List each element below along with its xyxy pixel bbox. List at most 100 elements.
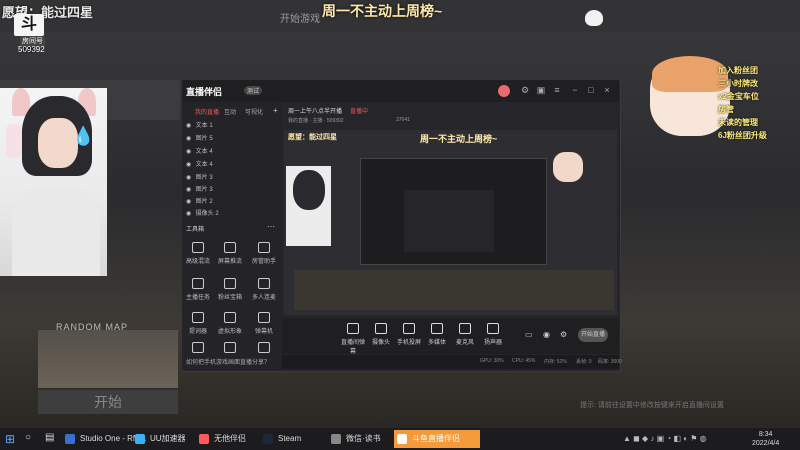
system-tray[interactable]: ▲ ◼ ◆ ♪ ▣ ◔ ◧ ◐ ⚑ ◍ xyxy=(623,434,707,443)
eye-icon[interactable]: ◉ xyxy=(186,186,194,193)
admin-icon xyxy=(258,242,270,253)
tool-item[interactable]: 多人连麦 xyxy=(250,276,278,304)
tool-item[interactable] xyxy=(216,340,244,354)
danmaku-icon xyxy=(258,312,270,323)
task-view-icon[interactable]: ▤ xyxy=(45,432,59,446)
eye-icon[interactable]: ◉ xyxy=(186,174,194,181)
app-icon xyxy=(397,434,407,444)
layer-item[interactable]: ◉ 摄像头 2 xyxy=(186,208,276,218)
app-icon xyxy=(135,434,145,444)
avatar[interactable] xyxy=(498,85,510,97)
screen-icon xyxy=(224,242,236,253)
camera-button[interactable]: 摄像头 xyxy=(368,323,394,346)
tool-item[interactable]: 房管助手 xyxy=(250,240,278,268)
tool-item[interactable]: 屏幕推流 xyxy=(216,240,244,268)
mic-button[interactable]: 麦克风 xyxy=(452,323,478,346)
media-button[interactable]: 多媒体 xyxy=(424,323,450,346)
sticker-line: 6J粉丝团升级 xyxy=(718,131,767,140)
taskbar-clock[interactable]: 8:34 2022/4/4 xyxy=(752,430,779,448)
gear-icon[interactable]: ⚙ xyxy=(560,330,567,339)
layer-item[interactable]: ◉ 文本 1 xyxy=(186,120,276,130)
preview-banner: 周一不主动上周榜~ xyxy=(420,134,498,144)
tool-item[interactable]: 粉丝宝箱 xyxy=(216,276,244,304)
taskbar-app[interactable]: Steam xyxy=(260,430,336,448)
game-hint: 提示: 请前往设置中修改按键来开启直播间设置 xyxy=(580,402,724,409)
avatar-icon xyxy=(224,312,236,323)
layer-item[interactable]: ◉ 图片 3 xyxy=(186,184,276,194)
sweat-drop-icon: 💧 xyxy=(72,126,95,146)
sticker-text-list: 加入粉丝团 三小时牌改 x2金宝车位 房管 未读的管理 6J粉丝团升级 xyxy=(718,64,800,142)
search-icon[interactable]: ○ xyxy=(25,432,39,446)
preview-map xyxy=(294,270,614,310)
danmaku-button[interactable]: 直播间弹幕 xyxy=(340,323,366,355)
gift-icon[interactable]: ▣ xyxy=(536,85,546,95)
clock-date: 2022/4/4 xyxy=(752,440,780,447)
task-icon xyxy=(192,278,204,289)
tool-icon xyxy=(224,342,236,353)
toolbox-title: 工具箱 xyxy=(186,227,205,233)
eye-icon[interactable]: ◉ xyxy=(186,122,194,129)
preview-hair xyxy=(293,170,325,210)
preview-watermark: 愿望：能过四星 xyxy=(288,134,337,141)
tool-icon xyxy=(258,342,270,353)
game-start-button[interactable]: 开始 xyxy=(38,390,178,414)
layer-item[interactable]: ◉ 图片 2 xyxy=(186,196,276,206)
app-icon xyxy=(199,434,209,444)
tab-visual[interactable]: 可视化 xyxy=(245,107,263,116)
eye-icon[interactable]: ◉ xyxy=(186,198,194,205)
eye-icon[interactable]: ◉ xyxy=(186,148,194,155)
clock-time: 8:34 xyxy=(758,431,773,438)
more-icon[interactable]: ⋯ xyxy=(267,222,275,231)
chest-icon xyxy=(224,278,236,289)
camera-icon xyxy=(375,323,387,334)
layer-item[interactable]: ◉ 图片 5 xyxy=(186,133,276,143)
layer-item[interactable]: ◉ 图片 3 xyxy=(186,172,276,182)
app-icon xyxy=(331,434,341,444)
phone-icon xyxy=(403,323,415,334)
stream-subinfo: 我的直播 · 主播 · 509392 xyxy=(288,118,344,124)
speaker-button[interactable]: 扬声器 xyxy=(480,323,506,346)
add-icon[interactable]: + xyxy=(273,106,278,115)
tool-item[interactable]: 提词器 xyxy=(184,310,212,338)
eye-icon[interactable]: ◉ xyxy=(186,135,194,142)
windows-start-icon[interactable]: ⊞ xyxy=(5,432,19,446)
sticker-line: 三小时牌改 xyxy=(718,79,758,88)
layer-item[interactable]: ◉ 文本 4 xyxy=(186,159,276,169)
sticker-line: 加入粉丝团 xyxy=(718,66,758,75)
phone-cast-button[interactable]: 手机投屏 xyxy=(396,323,422,346)
menu-icon[interactable]: ≡ xyxy=(552,85,562,95)
tool-item[interactable]: 弹幕机 xyxy=(250,310,278,338)
map-thumbnail xyxy=(38,330,178,388)
minimize-icon[interactable]: − xyxy=(570,85,580,95)
record-icon[interactable]: ▭ xyxy=(525,330,533,339)
bottom-toolbar xyxy=(282,318,619,354)
taskbar-app-active[interactable]: 斗鱼直播伴侣 xyxy=(394,430,480,448)
eye-icon[interactable]: ◉ xyxy=(543,330,550,339)
tool-item[interactable] xyxy=(184,340,212,354)
douyu-logo: 斗鱼 xyxy=(14,14,44,55)
nested-preview-inner xyxy=(404,190,494,252)
status-frames: 丢帧: 0 xyxy=(576,359,592,365)
tab-my-live[interactable]: 我的直播 xyxy=(195,107,219,116)
help-tip[interactable]: 如何把手机游戏画面直播分享？ xyxy=(186,357,270,366)
close-icon[interactable]: × xyxy=(602,85,612,95)
tool-item[interactable]: 虚拟形象 xyxy=(216,310,244,338)
layer-item[interactable]: ◉ 文本 4 xyxy=(186,146,276,156)
status-bitrate: 码率: 3000 xyxy=(598,359,622,365)
maximize-icon[interactable]: □ xyxy=(586,85,596,95)
prompter-icon xyxy=(192,312,204,323)
streamer-body xyxy=(12,188,100,276)
stream-title[interactable]: 周一上午八点半开播 xyxy=(288,106,342,115)
media-icon xyxy=(431,323,443,334)
tab-interact[interactable]: 互动 xyxy=(224,107,236,116)
tool-item[interactable]: 高级混流 xyxy=(184,240,212,268)
mic-icon xyxy=(459,323,471,334)
app-badge: 测试 xyxy=(244,86,263,95)
taskbar-app[interactable]: 微信·读书 xyxy=(328,430,404,448)
tool-item[interactable] xyxy=(250,340,278,354)
eye-icon[interactable]: ◉ xyxy=(186,161,194,168)
settings-icon[interactable]: ⚙ xyxy=(520,85,530,95)
start-live-button[interactable]: 开始直播 xyxy=(578,328,608,342)
eye-icon[interactable]: ◉ xyxy=(186,210,194,217)
tool-item[interactable]: 主播任务 xyxy=(184,276,212,304)
